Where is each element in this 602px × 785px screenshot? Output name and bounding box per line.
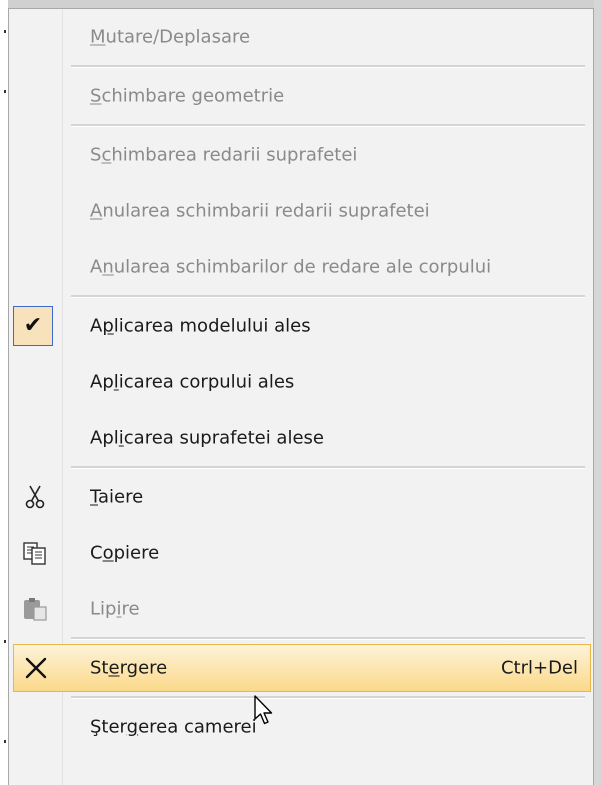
menu-item-label: Anularea schimbarii redarii suprafetei [90, 200, 430, 222]
window-left-edge [0, 0, 8, 785]
edge-mark [4, 640, 6, 643]
menu-separator [71, 637, 585, 640]
copy-icon [15, 534, 55, 572]
menu-item-label: Stergere [90, 657, 168, 679]
menu-item-lipire: Lipire [9, 581, 593, 637]
menu-item-label: Anularea schimbarilor de redare ale corp… [90, 256, 492, 278]
menu-item-label: Schimbare geometrie [90, 85, 285, 107]
shortcut-label: Ctrl+Del [500, 657, 578, 679]
menu-item-redare: Schimbarea redarii suprafetei [9, 127, 593, 183]
menu-item-mutare: Mutare/Deplasare [9, 9, 593, 65]
edge-mark [4, 30, 6, 33]
menu-item-stergere[interactable]: Stergere Ctrl+Del [13, 644, 591, 692]
scissors-icon [15, 478, 55, 516]
window-right-edge [594, 0, 602, 785]
menu-item-label: Aplicarea suprafetei alese [90, 427, 324, 449]
menu-item-geometrie: Schimbare geometrie [9, 68, 593, 124]
menu-item-label: Aplicarea modelului ales [90, 315, 311, 337]
menu-item-label: Lipire [90, 598, 140, 620]
menu-item-stergere-camera[interactable]: Ştergerea camerei [9, 699, 593, 755]
edge-mark [4, 90, 6, 93]
menu-item-label: Aplicarea corpului ales [90, 371, 295, 393]
menu-item-anulare-corp: Anularea schimbarilor de redare ale corp… [9, 239, 593, 295]
menu-item-label: Schimbarea redarii suprafetei [90, 144, 358, 166]
delete-x-icon [16, 649, 56, 687]
menu-item-copiere[interactable]: Copiere [9, 525, 593, 581]
menu-item-aplicare-suprafata[interactable]: Aplicarea suprafetei alese [9, 410, 593, 466]
menu-item-label: Copiere [90, 542, 160, 564]
menu-item-aplicare-model[interactable]: ✔ Aplicarea modelului ales [9, 298, 593, 354]
menu-item-label: Taiere [90, 486, 144, 508]
menu-items: Mutare/Deplasare Schimbare geometrie Schim… [9, 9, 593, 755]
context-menu: Mutare/Deplasare Schimbare geometrie Schim… [8, 8, 594, 785]
mouse-cursor-icon [254, 695, 273, 725]
menu-item-taiere[interactable]: Taiere [9, 469, 593, 525]
window-top-edge [0, 0, 602, 8]
menu-item-anulare-suprafata: Anularea schimbarii redarii suprafetei [9, 183, 593, 239]
check-icon: ✔ [13, 306, 53, 346]
menu-item-label: Ştergerea camerei [90, 716, 257, 738]
paste-icon [15, 590, 55, 628]
screenshot-frame: Mutare/Deplasare Schimbare geometrie Schim… [0, 0, 602, 785]
menu-item-label: Mutare/Deplasare [90, 26, 251, 48]
menu-item-aplicare-corp[interactable]: Aplicarea corpului ales [9, 354, 593, 410]
edge-mark [4, 740, 6, 743]
